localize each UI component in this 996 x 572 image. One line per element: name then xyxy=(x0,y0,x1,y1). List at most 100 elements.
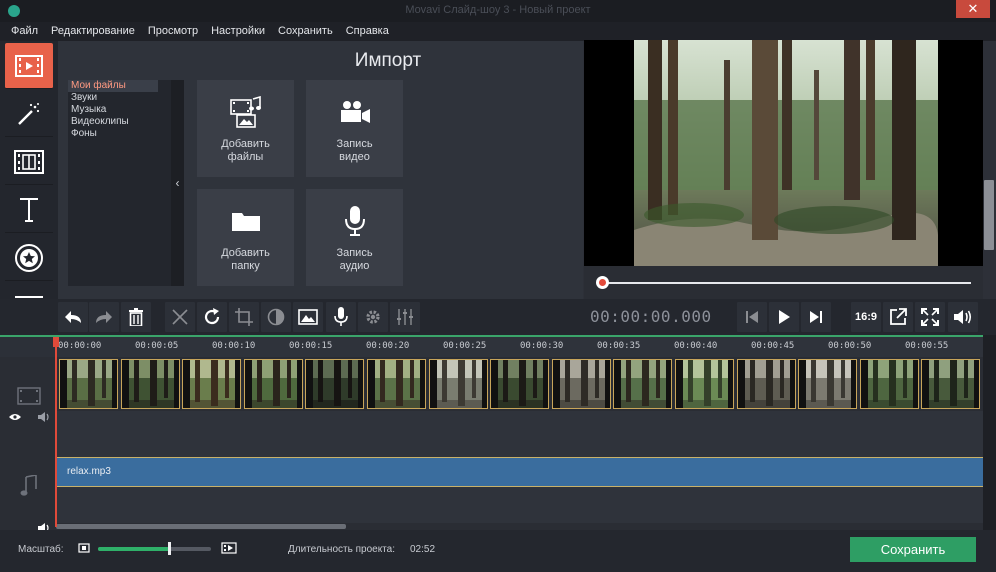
video-preview[interactable] xyxy=(584,40,983,266)
video-clip[interactable] xyxy=(243,359,303,409)
video-clip[interactable] xyxy=(859,359,919,409)
gear-icon xyxy=(366,310,380,324)
next-frame-button[interactable] xyxy=(801,302,831,332)
ruler-tick: 00:00:55 xyxy=(905,341,949,351)
menu-settings[interactable]: Настройки xyxy=(204,22,271,41)
video-clip[interactable] xyxy=(736,359,796,409)
detach-preview-button[interactable] xyxy=(883,302,913,332)
collapse-categories-button[interactable]: ‹ xyxy=(171,80,184,286)
ruler-tick: 00:00:50 xyxy=(828,341,872,351)
ruler-tick: 00:00:30 xyxy=(520,341,564,351)
save-button[interactable]: Сохранить xyxy=(850,537,976,562)
menu-file[interactable]: Файл xyxy=(0,22,44,41)
menu-help[interactable]: Справка xyxy=(339,22,395,41)
timeline[interactable]: 00:00:00 00:00:05 00:00:10 00:00:15 00:0… xyxy=(0,335,996,533)
zoom-slider[interactable] xyxy=(98,542,211,555)
category-my-files[interactable]: Мои файлы xyxy=(68,80,158,92)
video-clip[interactable] xyxy=(490,359,550,409)
video-clip[interactable] xyxy=(921,359,981,409)
zoom-slider-knob[interactable] xyxy=(168,542,172,555)
category-music[interactable]: Музыка xyxy=(68,104,171,116)
category-videoclips[interactable]: Видеоклипы xyxy=(68,116,171,128)
app-window: Movavi Слайд-шоу 3 - Новый проект ✕ Файл… xyxy=(0,0,996,572)
video-track-volume-icon[interactable] xyxy=(38,412,50,422)
title-bar: Movavi Слайд-шоу 3 - Новый проект ✕ xyxy=(0,0,996,22)
track-headers xyxy=(0,357,56,533)
video-clip[interactable] xyxy=(613,359,673,409)
video-clip[interactable] xyxy=(120,359,180,409)
video-track[interactable] xyxy=(56,357,983,411)
magic-wand-icon xyxy=(18,102,40,125)
menu-view[interactable]: Просмотр xyxy=(141,22,204,41)
equalizer-icon xyxy=(397,309,413,325)
right-scrollbar[interactable] xyxy=(984,180,994,250)
prev-frame-button[interactable] xyxy=(737,302,767,332)
clip-settings-button[interactable] xyxy=(358,302,388,332)
empty-track-area[interactable] xyxy=(56,487,983,523)
record-audio-button[interactable]: Запись аудио xyxy=(306,189,403,286)
sidebar-item-filters[interactable] xyxy=(5,91,53,137)
crop-button[interactable] xyxy=(229,302,259,332)
rotate-icon xyxy=(204,308,220,325)
record-video-label: Запись видео xyxy=(336,138,373,163)
cut-button[interactable] xyxy=(165,302,195,332)
video-clip[interactable] xyxy=(551,359,611,409)
video-clip[interactable] xyxy=(428,359,488,409)
seek-bar[interactable] xyxy=(584,266,983,299)
equalizer-button[interactable] xyxy=(390,302,420,332)
record-audio-label: Запись аудио xyxy=(336,247,373,272)
edit-toolbar: 00:00:00.000 16:9 xyxy=(0,299,996,335)
play-button[interactable] xyxy=(769,302,799,332)
category-sounds[interactable]: Звуки xyxy=(68,92,171,104)
color-adjust-button[interactable] xyxy=(261,302,291,332)
category-backgrounds[interactable]: Фоны xyxy=(68,128,171,140)
audio-clip[interactable]: relax.mp3 xyxy=(56,457,983,487)
playhead[interactable] xyxy=(53,337,59,527)
sidebar-item-titles[interactable] xyxy=(5,187,53,233)
sidebar-item-stickers[interactable] xyxy=(5,235,53,281)
redo-button[interactable] xyxy=(89,302,119,332)
overlay-track[interactable] xyxy=(56,411,983,457)
voiceover-button[interactable] xyxy=(326,302,356,332)
seek-knob[interactable] xyxy=(596,276,609,289)
seek-track[interactable] xyxy=(600,282,971,284)
zoom-in-icon[interactable] xyxy=(221,542,237,554)
sidebar-item-transitions[interactable] xyxy=(5,139,53,185)
time-ruler[interactable]: 00:00:00 00:00:05 00:00:10 00:00:15 00:0… xyxy=(56,337,983,357)
image-button[interactable] xyxy=(293,302,323,332)
sidebar-item-import[interactable] xyxy=(5,43,53,89)
video-clip[interactable] xyxy=(305,359,365,409)
film-transition-icon xyxy=(14,149,44,174)
timeline-scrollbar[interactable] xyxy=(56,523,983,530)
menu-save[interactable]: Сохранить xyxy=(271,22,339,41)
timeline-scroll-thumb[interactable] xyxy=(56,524,346,529)
add-folder-button[interactable]: Добавить папку xyxy=(197,189,294,286)
close-window-button[interactable]: ✕ xyxy=(956,0,990,18)
record-video-button[interactable]: Запись видео xyxy=(306,80,403,177)
video-clip[interactable] xyxy=(675,359,734,409)
ruler-tick: 00:00:10 xyxy=(212,341,256,351)
delete-button[interactable] xyxy=(121,302,151,332)
menu-edit[interactable]: Редактирование xyxy=(44,22,141,41)
volume-button[interactable] xyxy=(948,302,978,332)
skip-forward-icon xyxy=(810,311,822,323)
microphone-icon xyxy=(344,206,365,236)
video-clip[interactable] xyxy=(798,359,858,409)
aspect-ratio-button[interactable]: 16:9 xyxy=(851,302,881,332)
add-files-button[interactable]: Добавить файлы xyxy=(197,80,294,177)
image-icon xyxy=(298,309,318,325)
video-clip[interactable] xyxy=(367,359,426,409)
zoom-label: Масштаб: xyxy=(18,544,64,555)
fullscreen-button[interactable] xyxy=(915,302,945,332)
video-camera-icon xyxy=(340,101,370,123)
zoom-out-icon[interactable] xyxy=(78,543,90,553)
undo-button[interactable] xyxy=(58,302,88,332)
aspect-ratio-label: 16:9 xyxy=(854,311,878,323)
rotate-button[interactable] xyxy=(197,302,227,332)
add-files-label: Добавить файлы xyxy=(221,138,270,163)
video-clip[interactable] xyxy=(182,359,242,409)
eye-visibility-icon[interactable] xyxy=(9,413,21,421)
status-bar: Масштаб: Длительность проекта: 02:52 Сох… xyxy=(0,530,996,572)
preview-frame xyxy=(634,40,938,266)
video-clip[interactable] xyxy=(59,359,118,409)
